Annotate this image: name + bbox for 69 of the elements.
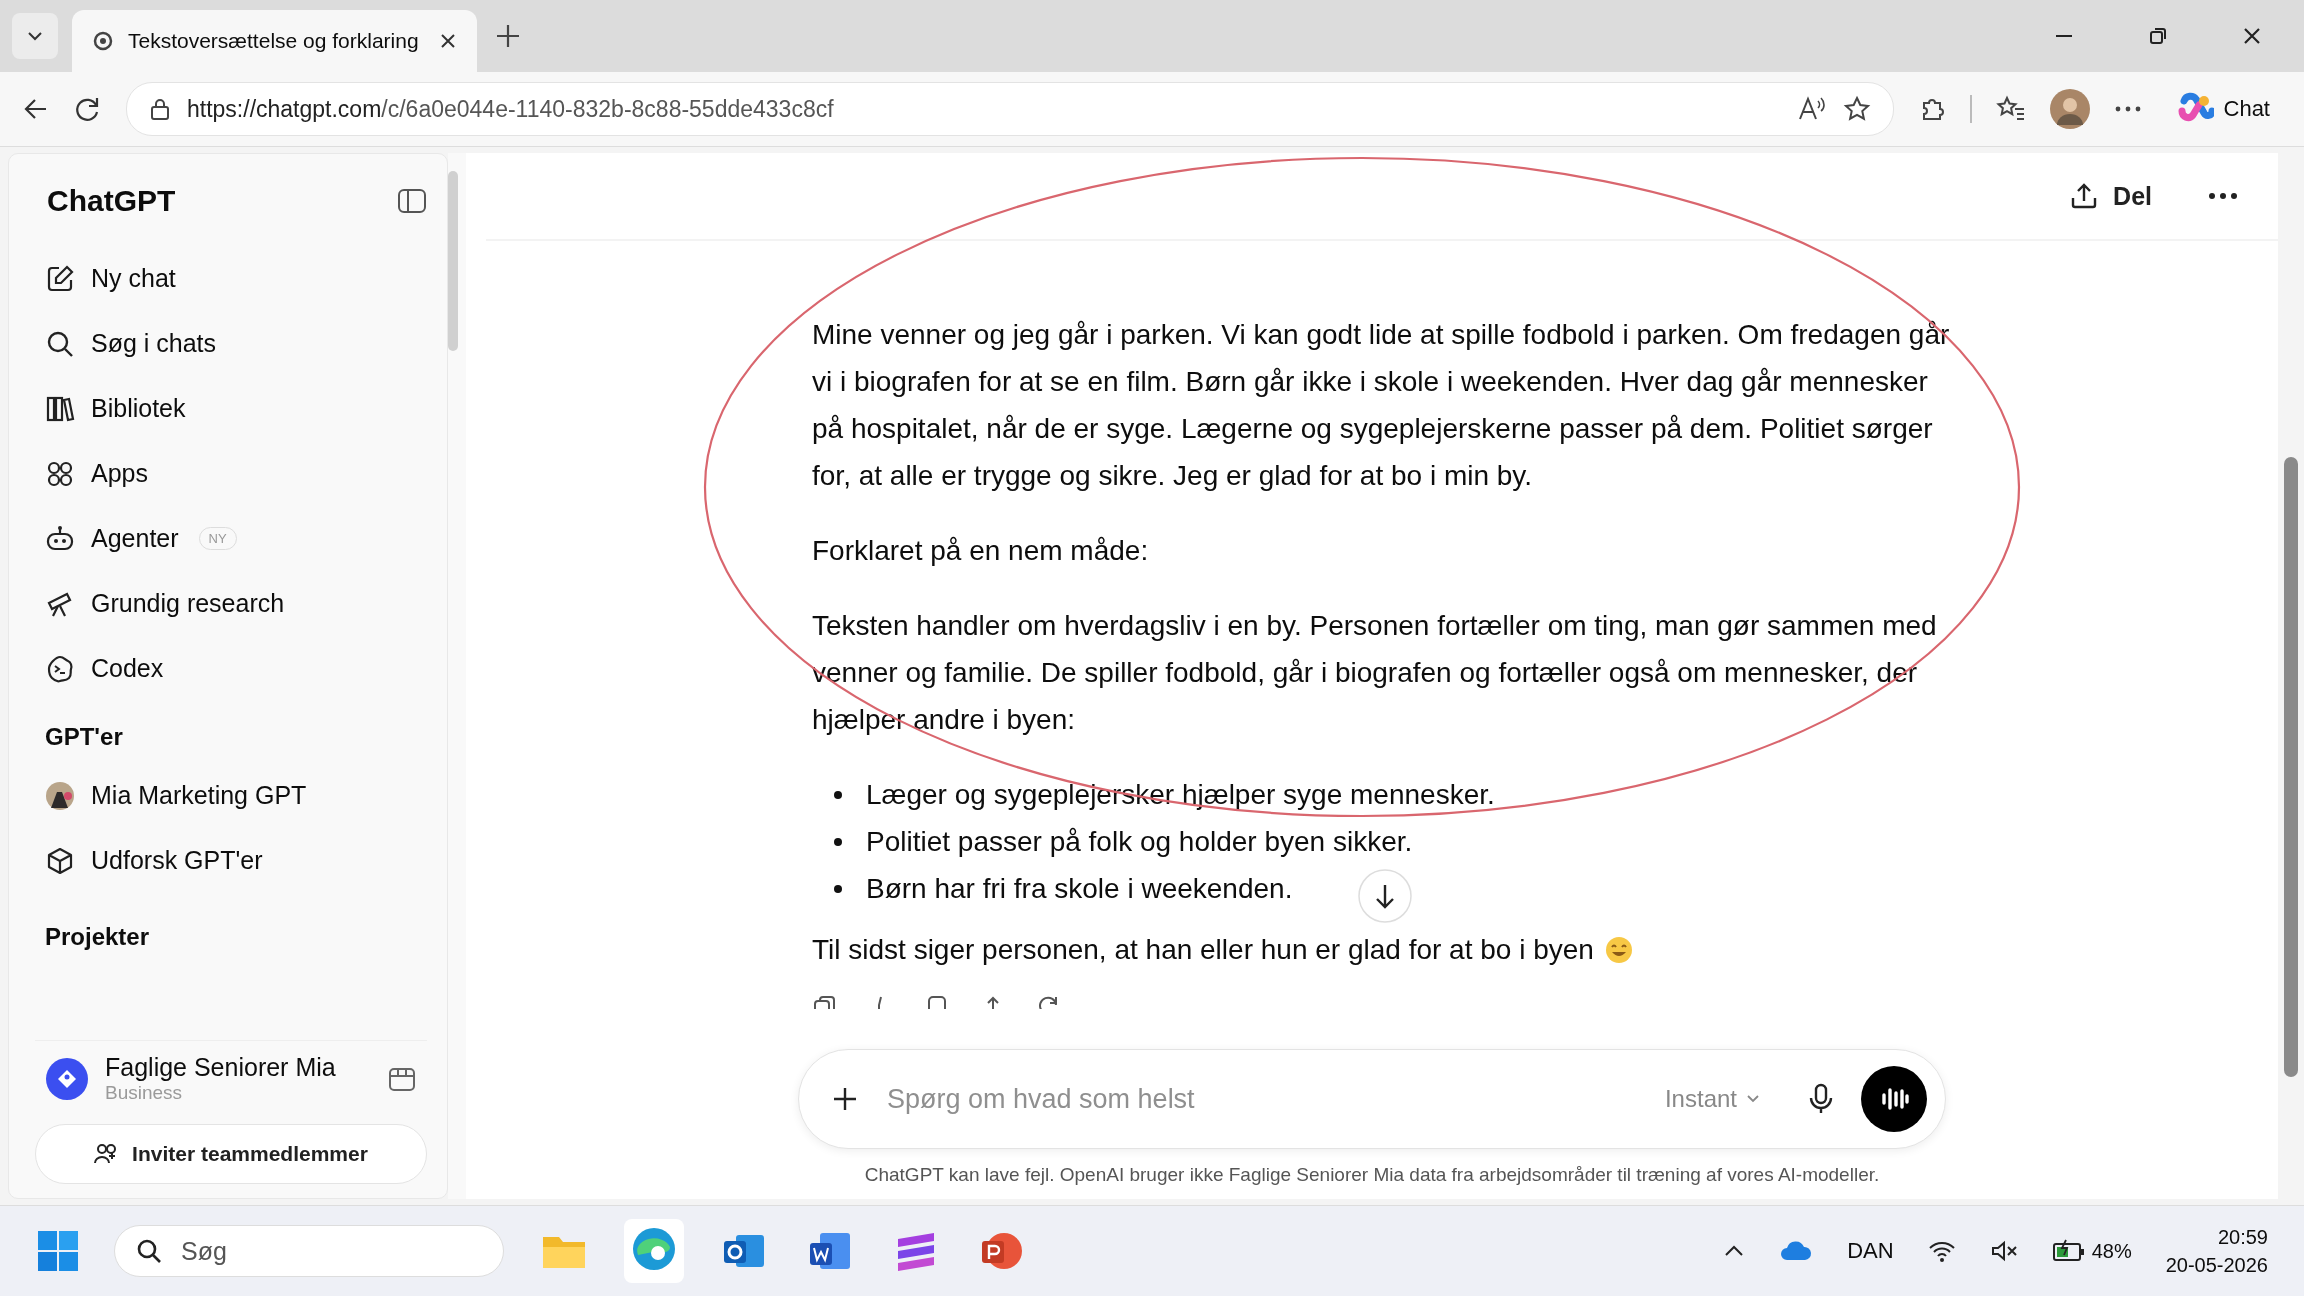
bullet-dot	[834, 790, 842, 799]
browser-app-icon[interactable]	[630, 1225, 678, 1273]
edit-icon	[45, 263, 75, 294]
message-paragraph: Til sidst siger personen, at han eller hun er glad for at bo i byen	[812, 926, 1952, 973]
sidebar-toggle-icon[interactable]	[397, 187, 427, 215]
invite-button[interactable]: Inviter teammedlemmer	[35, 1124, 427, 1184]
share-button[interactable]: Del	[2063, 180, 2158, 212]
workspace-logo-icon	[45, 1056, 89, 1101]
section-heading: GPT'er	[44, 722, 124, 752]
taskbar-search-field[interactable]: Søg	[114, 1225, 504, 1277]
new-tab-icon[interactable]	[495, 23, 521, 49]
cube-icon	[45, 845, 75, 876]
battery-indicator[interactable]: 48%	[2051, 1239, 2132, 1263]
clock[interactable]: 20:59 20-05-2026	[2165, 1223, 2268, 1279]
scroll-down-icon[interactable]	[1358, 869, 1412, 923]
workspace-plan: Business	[105, 1082, 184, 1104]
bullet-dot	[834, 884, 842, 893]
workspace-switcher[interactable]: Faglige Seniorer Mia Business	[35, 1040, 427, 1116]
favorites-icon[interactable]	[1995, 95, 2026, 123]
message-paragraph: Forklaret på en nem måde:	[812, 534, 1150, 568]
tab-title: Tekstoversættelse og forklaring	[128, 29, 420, 53]
copy-icon[interactable]	[812, 995, 838, 1009]
sidebar-item[interactable]: Mia Marketing GPT	[35, 763, 427, 828]
sidebar-item[interactable]: Udforsk GPT'er	[35, 828, 427, 893]
lock-icon	[149, 97, 171, 121]
sidebar-item[interactable]: Apps	[35, 441, 427, 506]
search-icon	[135, 1237, 163, 1265]
battery-charging-icon	[2051, 1239, 2086, 1263]
browser-tab[interactable]: Tekstoversættelse og forklaring	[72, 10, 477, 72]
more-icon[interactable]	[2208, 191, 2238, 201]
scrollbar-thumb[interactable]	[2284, 457, 2298, 1077]
sidebar-item[interactable]: Bibliotek	[35, 376, 427, 441]
app-title: ChatGPT	[47, 184, 176, 218]
copilot-chat-button[interactable]: Chat	[2165, 85, 2282, 133]
bullet-text: Børn har fri fra skole i weekenden.	[866, 872, 1293, 905]
plus-icon[interactable]	[831, 1085, 859, 1113]
close-icon[interactable]	[439, 32, 457, 50]
sidebar-item[interactable]: Agenter NY	[35, 506, 427, 571]
chatgpt-logo-icon	[92, 30, 114, 52]
restore-icon[interactable]	[2148, 26, 2168, 46]
wifi-icon[interactable]	[1927, 1239, 1956, 1263]
cloud-icon[interactable]	[1779, 1240, 1814, 1262]
bullet-dot	[834, 837, 842, 846]
voice-mode-icon[interactable]	[1861, 1066, 1927, 1132]
microphone-icon[interactable]	[1807, 1083, 1835, 1115]
terminal-icon	[45, 653, 75, 684]
caret-icon	[1745, 1093, 1761, 1105]
address-bar[interactable]: https://chatgpt.com/c/6a0e044e-1140-832b-8c88-55dde433c8cf	[126, 82, 1894, 136]
url-text: https://chatgpt.com/c/6a0e044e-1140-832b-8c88-55dde433c8cf	[187, 95, 834, 123]
disclaimer-text: ChatGPT kan lave fejl. OpenAI bruger ikke Faglige Seniorer Mia data fra arbejdsområder til træning af vores AI-modeller.	[863, 1163, 1881, 1187]
more-icon[interactable]	[2113, 104, 2142, 114]
sidebar-item[interactable]: Grundig research	[35, 571, 427, 636]
message-input[interactable]: Spørg om hvad som helst Instant	[798, 1049, 1946, 1149]
sidebar-item[interactable]: Søg i chats	[35, 311, 427, 376]
profile-avatar-icon[interactable]	[2049, 89, 2090, 129]
message-paragraph: Mine venner og jeg går i parken. Vi kan godt lide at spille fodbold i parken. Om fredagen går vi i biografen for at se en film. Børn går ikke i skole i weekenden. Hver dag går mennesker på hospitalet, når de er syge. Lægerne og sygeplejerskerne passer på dem. Politiet sørger for, at alle er trygge og sikre. Jeg er glad for at bo i min by.	[812, 318, 1951, 493]
language-indicator[interactable]: DAN	[1847, 1238, 1894, 1264]
gpt-avatar-icon	[45, 780, 75, 811]
model-selector[interactable]: Instant	[1664, 1085, 1761, 1113]
section-heading: Projekter	[44, 922, 151, 952]
windows-start-icon[interactable]	[36, 1229, 80, 1273]
sidebar-item[interactable]: Codex	[35, 636, 427, 701]
workspace-name: Faglige Seniorer Mia	[105, 1053, 337, 1082]
sidebar-item[interactable]: Ny chat	[35, 246, 427, 311]
star-icon[interactable]	[1842, 95, 1871, 123]
muted-speaker-icon[interactable]	[1989, 1239, 2018, 1263]
scrollbar-thumb[interactable]	[448, 171, 458, 351]
close-icon[interactable]	[2242, 26, 2262, 46]
bullet-text: Politiet passer på folk og holder byen sikker.	[866, 825, 1413, 858]
